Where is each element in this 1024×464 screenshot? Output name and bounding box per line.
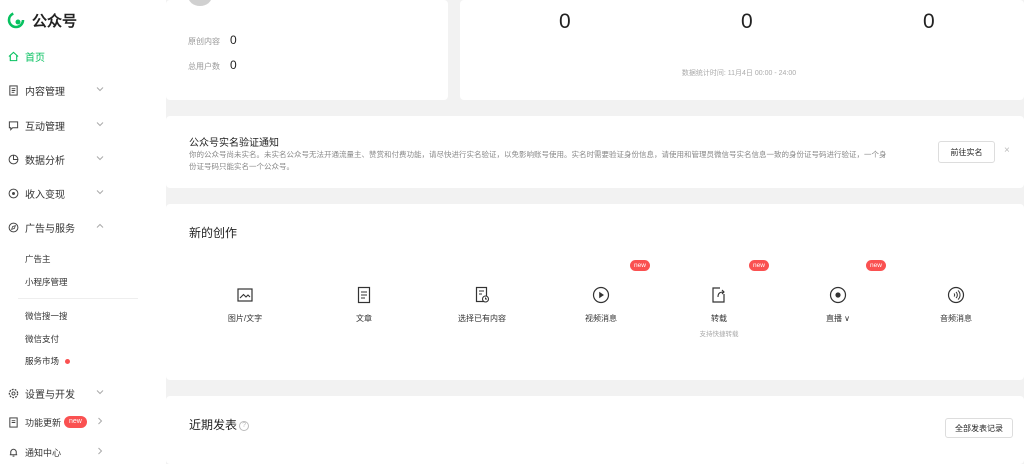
nav-home-label: 首页 <box>25 52 45 64</box>
image-icon <box>237 288 253 302</box>
sidebar-divider <box>18 298 138 299</box>
new-badge: new <box>64 416 87 428</box>
create-image-text[interactable]: 图片/文字 <box>195 286 295 324</box>
create-title: 新的创作 <box>189 226 238 240</box>
sidebar-sub-advertiser[interactable]: 广告主 <box>25 253 51 265</box>
create-label: 文章 <box>356 314 372 323</box>
create-label: 音频消息 <box>940 314 972 323</box>
recent-title: 近期发表? <box>189 416 250 433</box>
sidebar: 公众号 首页 内容管理 互动管理 数据分析 收入变现 广告与服务 广告主 小程序… <box>0 0 166 464</box>
audio-icon <box>947 286 965 304</box>
nav-ads-label: 广告与服务 <box>25 223 75 235</box>
nav-content[interactable]: 内容管理 <box>0 80 166 100</box>
pie-chart-icon <box>8 154 19 164</box>
home-icon <box>8 51 19 61</box>
sidebar-sub-pay[interactable]: 微信支付 <box>25 333 59 345</box>
create-sublabel: 支持快捷转载 <box>699 331 739 338</box>
new-badge: new <box>749 260 769 271</box>
chevron-down-icon <box>96 390 104 395</box>
unread-dot <box>65 359 71 365</box>
create-live[interactable]: 直播 ∨ <box>788 286 888 324</box>
coin-icon <box>8 188 19 198</box>
nav-home[interactable]: 首页 <box>0 46 166 66</box>
sidebar-sub-search[interactable]: 微信搜一搜 <box>25 310 68 322</box>
sidebar-sub-miniprogram[interactable]: 小程序管理 <box>25 276 68 288</box>
avatar[interactable] <box>188 0 212 6</box>
chevron-down-icon <box>96 190 104 195</box>
recent-title-label: 近期发表 <box>189 418 238 432</box>
chevron-right-icon <box>98 417 103 425</box>
stat-number: 0 <box>559 10 571 33</box>
create-label: 转载 <box>711 314 727 323</box>
new-badge: new <box>630 260 650 271</box>
create-existing-content[interactable]: 选择已有内容 <box>432 286 532 324</box>
nav-content-label: 内容管理 <box>25 86 65 98</box>
create-label: 直播 ∨ <box>825 314 851 323</box>
chevron-up-icon <box>96 223 104 228</box>
account-card: 原创内容 0 总用户数 0 <box>166 0 448 100</box>
sidebar-sub-market-label: 服务市场 <box>25 356 60 366</box>
create-label: 图片/文字 <box>227 314 263 323</box>
chevron-right-icon <box>98 447 103 455</box>
data-overview-card: 0 0 0 数据统计时间: 11月4日 00:00 - 24:00 <box>460 0 1024 100</box>
nav-revenue[interactable]: 收入变现 <box>0 183 166 203</box>
nav-interact-label: 互动管理 <box>25 121 65 133</box>
chevron-down-icon <box>96 122 104 127</box>
bell-icon <box>9 448 18 457</box>
message-icon <box>8 120 19 131</box>
nav-settings-label: 设置与开发 <box>25 389 75 401</box>
chevron-down-icon <box>96 87 104 92</box>
existing-content-icon <box>475 286 490 303</box>
update-document-icon <box>9 416 18 428</box>
app-logo[interactable]: 公众号 <box>6 8 77 32</box>
create-label: 选择已有内容 <box>458 314 506 323</box>
sidebar-sub-market[interactable]: 服务市场 <box>25 355 71 367</box>
original-content-label: 原创内容 <box>188 37 220 46</box>
new-badge: new <box>866 260 886 271</box>
stat-number: 0 <box>923 10 935 33</box>
nav-analytics-label: 数据分析 <box>25 155 65 167</box>
nav-settings[interactable]: 设置与开发 <box>0 383 166 403</box>
create-repost[interactable]: 转载 支持快捷转载 <box>669 286 769 338</box>
original-content-value: 0 <box>230 33 237 47</box>
video-icon <box>592 286 610 304</box>
nav-interact[interactable]: 互动管理 <box>0 115 166 135</box>
stat-number: 0 <box>741 10 753 33</box>
nav-ads[interactable]: 广告与服务 <box>0 217 166 237</box>
total-users-label: 总用户数 <box>188 62 220 71</box>
live-icon <box>829 286 847 304</box>
create-article[interactable]: 文章 <box>314 286 414 324</box>
create-video[interactable]: 视频消息 <box>551 286 651 324</box>
nav-notify-label: 通知中心 <box>25 447 62 458</box>
nav-analytics[interactable]: 数据分析 <box>0 149 166 169</box>
close-icon[interactable]: × <box>1004 145 1010 156</box>
stats-time-note: 数据统计时间: 11月4日 00:00 - 24:00 <box>681 70 797 77</box>
all-posts-button[interactable]: 全部发表记录 <box>945 418 1013 438</box>
nav-revenue-label: 收入变现 <box>25 189 65 201</box>
total-users-value: 0 <box>230 58 237 72</box>
create-audio[interactable]: 音频消息 <box>906 286 1006 324</box>
gear-icon <box>8 388 19 398</box>
recent-card <box>166 396 1024 464</box>
nav-updates[interactable]: 功能更新 new <box>0 412 166 432</box>
create-label: 视频消息 <box>585 314 617 323</box>
article-icon <box>357 286 371 304</box>
document-icon <box>9 84 18 96</box>
notice-title: 公众号实名验证通知 <box>189 138 279 149</box>
verify-now-button[interactable]: 前往实名 <box>938 141 995 163</box>
notice-text: 你的公众号尚未实名。未实名公众号无法开通流量主、赞赏和付费功能，请尽快进行实名验… <box>189 150 887 171</box>
help-icon[interactable]: ? <box>239 420 250 431</box>
nav-updates-label: 功能更新 <box>25 417 62 428</box>
nav-notify[interactable]: 通知中心 <box>0 442 166 462</box>
logo-icon <box>7 11 25 29</box>
app-title: 公众号 <box>32 12 78 30</box>
compass-icon <box>8 222 19 232</box>
chevron-down-icon <box>96 156 104 161</box>
repost-icon <box>712 287 725 303</box>
